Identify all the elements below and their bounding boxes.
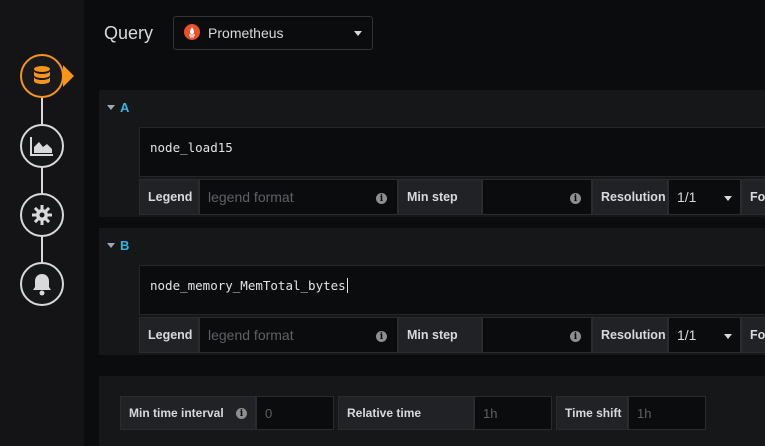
active-indicator: [63, 65, 74, 87]
legend-label: Legend: [139, 179, 199, 215]
sidebar-item-visualization[interactable]: [20, 124, 64, 168]
datasource-picker[interactable]: Prometheus: [173, 16, 374, 50]
legend-format-placeholder: legend format: [208, 189, 294, 205]
chevron-down-icon: [724, 334, 732, 339]
resolution-value: 1/1: [677, 327, 697, 343]
chevron-down-icon: [724, 196, 732, 201]
query-b-toggle[interactable]: B: [107, 238, 129, 253]
resolution-label: Resolution: [592, 317, 668, 353]
prometheus-icon: [184, 23, 201, 43]
resolution-select[interactable]: 1/1: [668, 179, 741, 215]
text-cursor: [346, 278, 348, 293]
editor-sidebar: [0, 0, 84, 446]
sidebar-item-alert[interactable]: [20, 262, 64, 306]
format-label: Fo: [741, 179, 765, 215]
query-header: Query Prometheus: [104, 16, 374, 50]
info-icon[interactable]: i: [570, 331, 581, 342]
legend-format-input[interactable]: legend format i: [199, 179, 398, 215]
legend-format-placeholder: legend format: [208, 327, 294, 343]
min-time-interval-input[interactable]: 0: [256, 396, 334, 430]
query-a-expression-editor[interactable]: node_load15: [139, 127, 765, 177]
min-step-input[interactable]: i: [482, 179, 592, 215]
query-b-expression-editor[interactable]: node_memory_MemTotal_bytes: [139, 265, 765, 315]
query-ref-label: B: [120, 238, 130, 253]
info-icon[interactable]: i: [376, 193, 387, 204]
relative-time-input[interactable]: 1h: [474, 396, 552, 430]
query-expression: node_load15: [150, 140, 233, 155]
min-time-interval-label: Min time interval i: [120, 396, 256, 430]
resolution-value: 1/1: [677, 189, 697, 205]
min-step-label: Min step: [398, 179, 482, 215]
collapse-caret-icon: [107, 105, 115, 110]
query-a-options: Legend legend format i Min step i Resolu…: [139, 179, 765, 215]
time-shift-input[interactable]: 1h: [628, 396, 706, 430]
datasource-label: Prometheus: [208, 25, 284, 41]
min-time-interval-text: Min time interval: [129, 406, 224, 420]
sidebar-item-queries[interactable]: [20, 54, 64, 98]
info-icon[interactable]: i: [376, 331, 387, 342]
query-options-row: Min time interval i 0 Relative time 1h T…: [120, 396, 706, 430]
time-shift-placeholder: 1h: [637, 405, 652, 421]
chevron-down-icon: [354, 30, 363, 36]
gear-icon: [30, 203, 54, 227]
chart-area-icon: [29, 135, 55, 157]
min-step-label: Min step: [398, 317, 482, 353]
database-icon: [30, 64, 54, 88]
min-time-interval-placeholder: 0: [265, 405, 273, 421]
query-ref-label: A: [120, 100, 130, 115]
resolution-label: Resolution: [592, 179, 668, 215]
sidebar-item-general[interactable]: [20, 193, 64, 237]
info-icon[interactable]: i: [570, 193, 581, 204]
info-icon[interactable]: i: [236, 408, 247, 419]
relative-time-placeholder: 1h: [483, 405, 498, 421]
relative-time-label: Relative time: [338, 396, 474, 430]
collapse-caret-icon: [107, 243, 115, 248]
legend-format-input[interactable]: legend format i: [199, 317, 398, 353]
resolution-select[interactable]: 1/1: [668, 317, 741, 353]
query-a-toggle[interactable]: A: [107, 100, 129, 115]
bell-icon: [31, 272, 53, 296]
format-label: Fo: [741, 317, 765, 353]
legend-label: Legend: [139, 317, 199, 353]
min-step-input[interactable]: i: [482, 317, 592, 353]
query-expression: node_memory_MemTotal_bytes: [150, 278, 346, 293]
page-title: Query: [104, 22, 154, 43]
time-shift-label: Time shift: [556, 396, 628, 430]
query-b-options: Legend legend format i Min step i Resolu…: [139, 317, 765, 353]
